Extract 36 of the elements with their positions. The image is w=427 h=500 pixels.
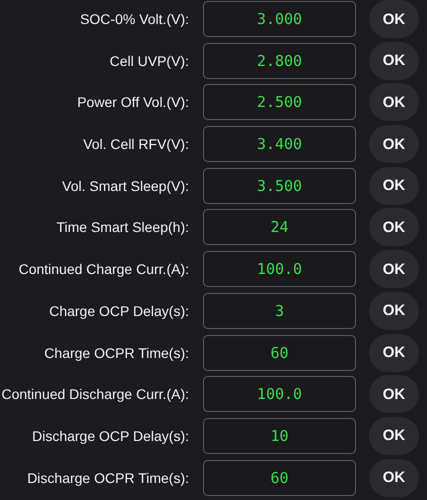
value-field[interactable]: 24	[203, 209, 356, 246]
value-field[interactable]: 3.400	[203, 126, 356, 162]
setting-label: Continued Charge Curr.(A):	[18, 261, 190, 278]
value-field[interactable]: 10	[203, 418, 356, 454]
setting-label: Continued Discharge Curr.(A):	[0, 386, 190, 402]
setting-label: Time Smart Sleep(h):	[55, 219, 190, 236]
value-field[interactable]: 3.000	[203, 1, 356, 37]
setting-label: Power Off Vol.(V):	[76, 94, 190, 110]
ok-button[interactable]: OK	[369, 166, 419, 205]
setting-label: Vol. Smart Sleep(V):	[61, 178, 190, 194]
value-field[interactable]: 3	[203, 292, 356, 329]
value-field[interactable]: 2.800	[203, 42, 356, 79]
setting-label: SOC-0% Volt.(V):	[79, 11, 190, 27]
setting-label: Cell UVP(V):	[108, 52, 190, 69]
setting-label: Discharge OCP Delay(s):	[31, 428, 190, 444]
value-field[interactable]: 100.0	[203, 376, 356, 412]
setting-label: Discharge OCPR Time(s):	[26, 470, 190, 486]
ok-button[interactable]: OK	[369, 416, 419, 455]
ok-button[interactable]: OK	[369, 83, 419, 122]
ok-button[interactable]: OK	[369, 458, 419, 497]
ok-button[interactable]: OK	[369, 292, 419, 330]
ok-button[interactable]: OK	[369, 208, 419, 246]
ok-button[interactable]: OK	[369, 0, 419, 38]
ok-button[interactable]: OK	[369, 42, 419, 80]
value-field[interactable]: 2.500	[203, 84, 356, 120]
ok-button[interactable]: OK	[369, 375, 419, 414]
setting-label: Charge OCP Delay(s):	[48, 302, 190, 319]
value-field[interactable]: 3.500	[203, 168, 356, 204]
value-field[interactable]: 60	[203, 460, 356, 496]
setting-label: Charge OCPR Time(s):	[43, 344, 190, 360]
setting-label: Vol. Cell RFV(V):	[82, 136, 190, 152]
value-field[interactable]: 60	[203, 334, 356, 370]
ok-button[interactable]: OK	[369, 250, 419, 288]
value-field[interactable]: 100.0	[203, 251, 356, 288]
ok-button[interactable]: OK	[369, 125, 419, 164]
ok-button[interactable]: OK	[369, 334, 419, 372]
